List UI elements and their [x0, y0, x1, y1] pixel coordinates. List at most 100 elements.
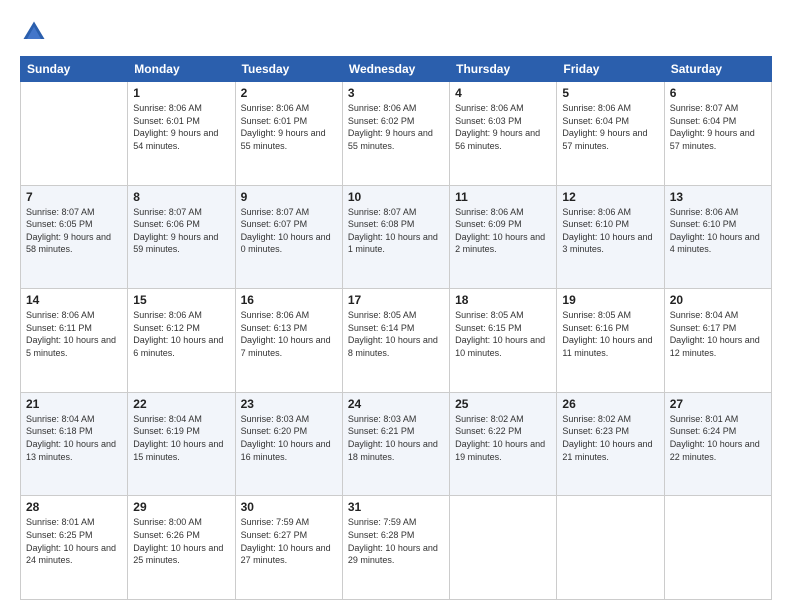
calendar-cell: 13 Sunrise: 8:06 AM Sunset: 6:10 PM Dayli…: [664, 185, 771, 289]
day-info: Sunrise: 8:07 AM Sunset: 6:08 PM Dayligh…: [348, 206, 444, 256]
calendar: SundayMondayTuesdayWednesdayThursdayFrid…: [20, 56, 772, 600]
day-number: 25: [455, 397, 551, 411]
calendar-cell: 3 Sunrise: 8:06 AM Sunset: 6:02 PM Daylig…: [342, 82, 449, 186]
day-number: 19: [562, 293, 658, 307]
day-info: Sunrise: 8:05 AM Sunset: 6:14 PM Dayligh…: [348, 309, 444, 359]
day-number: 18: [455, 293, 551, 307]
day-number: 28: [26, 500, 122, 514]
day-info: Sunrise: 8:06 AM Sunset: 6:13 PM Dayligh…: [241, 309, 337, 359]
day-number: 8: [133, 190, 229, 204]
calendar-cell: [21, 82, 128, 186]
day-info: Sunrise: 8:06 AM Sunset: 6:09 PM Dayligh…: [455, 206, 551, 256]
day-number: 20: [670, 293, 766, 307]
day-number: 11: [455, 190, 551, 204]
calendar-cell: 7Sunrise: 8:07 AM Sunset: 6:05 PM Daylig…: [21, 185, 128, 289]
day-info: Sunrise: 8:06 AM Sunset: 6:03 PM Dayligh…: [455, 102, 551, 152]
day-number: 9: [241, 190, 337, 204]
day-number: 17: [348, 293, 444, 307]
calendar-week-row: 7Sunrise: 8:07 AM Sunset: 6:05 PM Daylig…: [21, 185, 772, 289]
day-number: 5: [562, 86, 658, 100]
calendar-cell: 11 Sunrise: 8:06 AM Sunset: 6:09 PM Dayli…: [450, 185, 557, 289]
calendar-cell: 23 Sunrise: 8:03 AM Sunset: 6:20 PM Dayli…: [235, 392, 342, 496]
calendar-cell: 12 Sunrise: 8:06 AM Sunset: 6:10 PM Dayli…: [557, 185, 664, 289]
calendar-cell: [557, 496, 664, 600]
calendar-cell: 17 Sunrise: 8:05 AM Sunset: 6:14 PM Dayli…: [342, 289, 449, 393]
day-number: 4: [455, 86, 551, 100]
weekday-header: Friday: [557, 57, 664, 82]
day-number: 30: [241, 500, 337, 514]
day-info: Sunrise: 8:07 AM Sunset: 6:04 PM Dayligh…: [670, 102, 766, 152]
calendar-body: 1Sunrise: 8:06 AM Sunset: 6:01 PM Daylig…: [21, 82, 772, 600]
day-number: 3: [348, 86, 444, 100]
weekday-header: Thursday: [450, 57, 557, 82]
weekday-header: Sunday: [21, 57, 128, 82]
day-info: Sunrise: 8:06 AM Sunset: 6:10 PM Dayligh…: [562, 206, 658, 256]
day-info: Sunrise: 8:02 AM Sunset: 6:22 PM Dayligh…: [455, 413, 551, 463]
day-number: 26: [562, 397, 658, 411]
day-info: Sunrise: 7:59 AM Sunset: 6:28 PM Dayligh…: [348, 516, 444, 566]
calendar-cell: 9 Sunrise: 8:07 AM Sunset: 6:07 PM Daylig…: [235, 185, 342, 289]
calendar-cell: [664, 496, 771, 600]
day-number: 13: [670, 190, 766, 204]
calendar-cell: 20Sunrise: 8:04 AM Sunset: 6:17 PM Dayli…: [664, 289, 771, 393]
day-number: 7: [26, 190, 122, 204]
day-number: 12: [562, 190, 658, 204]
day-number: 2: [241, 86, 337, 100]
calendar-week-row: 21 Sunrise: 8:04 AM Sunset: 6:18 PM Dayli…: [21, 392, 772, 496]
day-info: Sunrise: 8:06 AM Sunset: 6:12 PM Dayligh…: [133, 309, 229, 359]
day-info: Sunrise: 8:00 AM Sunset: 6:26 PM Dayligh…: [133, 516, 229, 566]
day-number: 24: [348, 397, 444, 411]
calendar-header: SundayMondayTuesdayWednesdayThursdayFrid…: [21, 57, 772, 82]
day-number: 10: [348, 190, 444, 204]
day-number: 31: [348, 500, 444, 514]
day-info: Sunrise: 8:05 AM Sunset: 6:16 PM Dayligh…: [562, 309, 658, 359]
day-info: Sunrise: 8:01 AM Sunset: 6:24 PM Dayligh…: [670, 413, 766, 463]
day-info: Sunrise: 8:04 AM Sunset: 6:19 PM Dayligh…: [133, 413, 229, 463]
calendar-cell: 30 Sunrise: 7:59 AM Sunset: 6:27 PM Dayli…: [235, 496, 342, 600]
weekday-row: SundayMondayTuesdayWednesdayThursdayFrid…: [21, 57, 772, 82]
day-info: Sunrise: 8:06 AM Sunset: 6:02 PM Dayligh…: [348, 102, 444, 152]
calendar-cell: 1Sunrise: 8:06 AM Sunset: 6:01 PM Daylig…: [128, 82, 235, 186]
day-number: 23: [241, 397, 337, 411]
calendar-week-row: 14 Sunrise: 8:06 AM Sunset: 6:11 PM Dayli…: [21, 289, 772, 393]
day-info: Sunrise: 8:02 AM Sunset: 6:23 PM Dayligh…: [562, 413, 658, 463]
calendar-cell: 5Sunrise: 8:06 AM Sunset: 6:04 PM Daylig…: [557, 82, 664, 186]
day-info: Sunrise: 8:06 AM Sunset: 6:11 PM Dayligh…: [26, 309, 122, 359]
calendar-cell: 19 Sunrise: 8:05 AM Sunset: 6:16 PM Dayli…: [557, 289, 664, 393]
day-number: 21: [26, 397, 122, 411]
day-number: 14: [26, 293, 122, 307]
weekday-header: Saturday: [664, 57, 771, 82]
calendar-cell: [450, 496, 557, 600]
day-number: 22: [133, 397, 229, 411]
day-number: 29: [133, 500, 229, 514]
calendar-cell: 26 Sunrise: 8:02 AM Sunset: 6:23 PM Dayli…: [557, 392, 664, 496]
calendar-week-row: 28 Sunrise: 8:01 AM Sunset: 6:25 PM Dayli…: [21, 496, 772, 600]
day-number: 1: [133, 86, 229, 100]
calendar-cell: 25 Sunrise: 8:02 AM Sunset: 6:22 PM Dayli…: [450, 392, 557, 496]
day-info: Sunrise: 8:01 AM Sunset: 6:25 PM Dayligh…: [26, 516, 122, 566]
day-info: Sunrise: 8:03 AM Sunset: 6:20 PM Dayligh…: [241, 413, 337, 463]
day-info: Sunrise: 8:04 AM Sunset: 6:18 PM Dayligh…: [26, 413, 122, 463]
logo: [20, 18, 52, 46]
page: SundayMondayTuesdayWednesdayThursdayFrid…: [0, 0, 792, 612]
calendar-cell: 22 Sunrise: 8:04 AM Sunset: 6:19 PM Dayli…: [128, 392, 235, 496]
day-info: Sunrise: 8:07 AM Sunset: 6:07 PM Dayligh…: [241, 206, 337, 256]
weekday-header: Tuesday: [235, 57, 342, 82]
day-info: Sunrise: 8:06 AM Sunset: 6:10 PM Dayligh…: [670, 206, 766, 256]
day-number: 16: [241, 293, 337, 307]
calendar-cell: 8 Sunrise: 8:07 AM Sunset: 6:06 PM Daylig…: [128, 185, 235, 289]
calendar-cell: 27Sunrise: 8:01 AM Sunset: 6:24 PM Dayli…: [664, 392, 771, 496]
day-number: 15: [133, 293, 229, 307]
calendar-cell: 24 Sunrise: 8:03 AM Sunset: 6:21 PM Dayli…: [342, 392, 449, 496]
calendar-cell: 28 Sunrise: 8:01 AM Sunset: 6:25 PM Dayli…: [21, 496, 128, 600]
calendar-cell: 21 Sunrise: 8:04 AM Sunset: 6:18 PM Dayli…: [21, 392, 128, 496]
day-info: Sunrise: 8:05 AM Sunset: 6:15 PM Dayligh…: [455, 309, 551, 359]
calendar-cell: 18 Sunrise: 8:05 AM Sunset: 6:15 PM Dayli…: [450, 289, 557, 393]
day-number: 6: [670, 86, 766, 100]
calendar-cell: 2Sunrise: 8:06 AM Sunset: 6:01 PM Daylig…: [235, 82, 342, 186]
day-info: Sunrise: 8:07 AM Sunset: 6:06 PM Dayligh…: [133, 206, 229, 256]
calendar-cell: 4 Sunrise: 8:06 AM Sunset: 6:03 PM Daylig…: [450, 82, 557, 186]
day-info: Sunrise: 7:59 AM Sunset: 6:27 PM Dayligh…: [241, 516, 337, 566]
day-info: Sunrise: 8:03 AM Sunset: 6:21 PM Dayligh…: [348, 413, 444, 463]
calendar-cell: 14 Sunrise: 8:06 AM Sunset: 6:11 PM Dayli…: [21, 289, 128, 393]
